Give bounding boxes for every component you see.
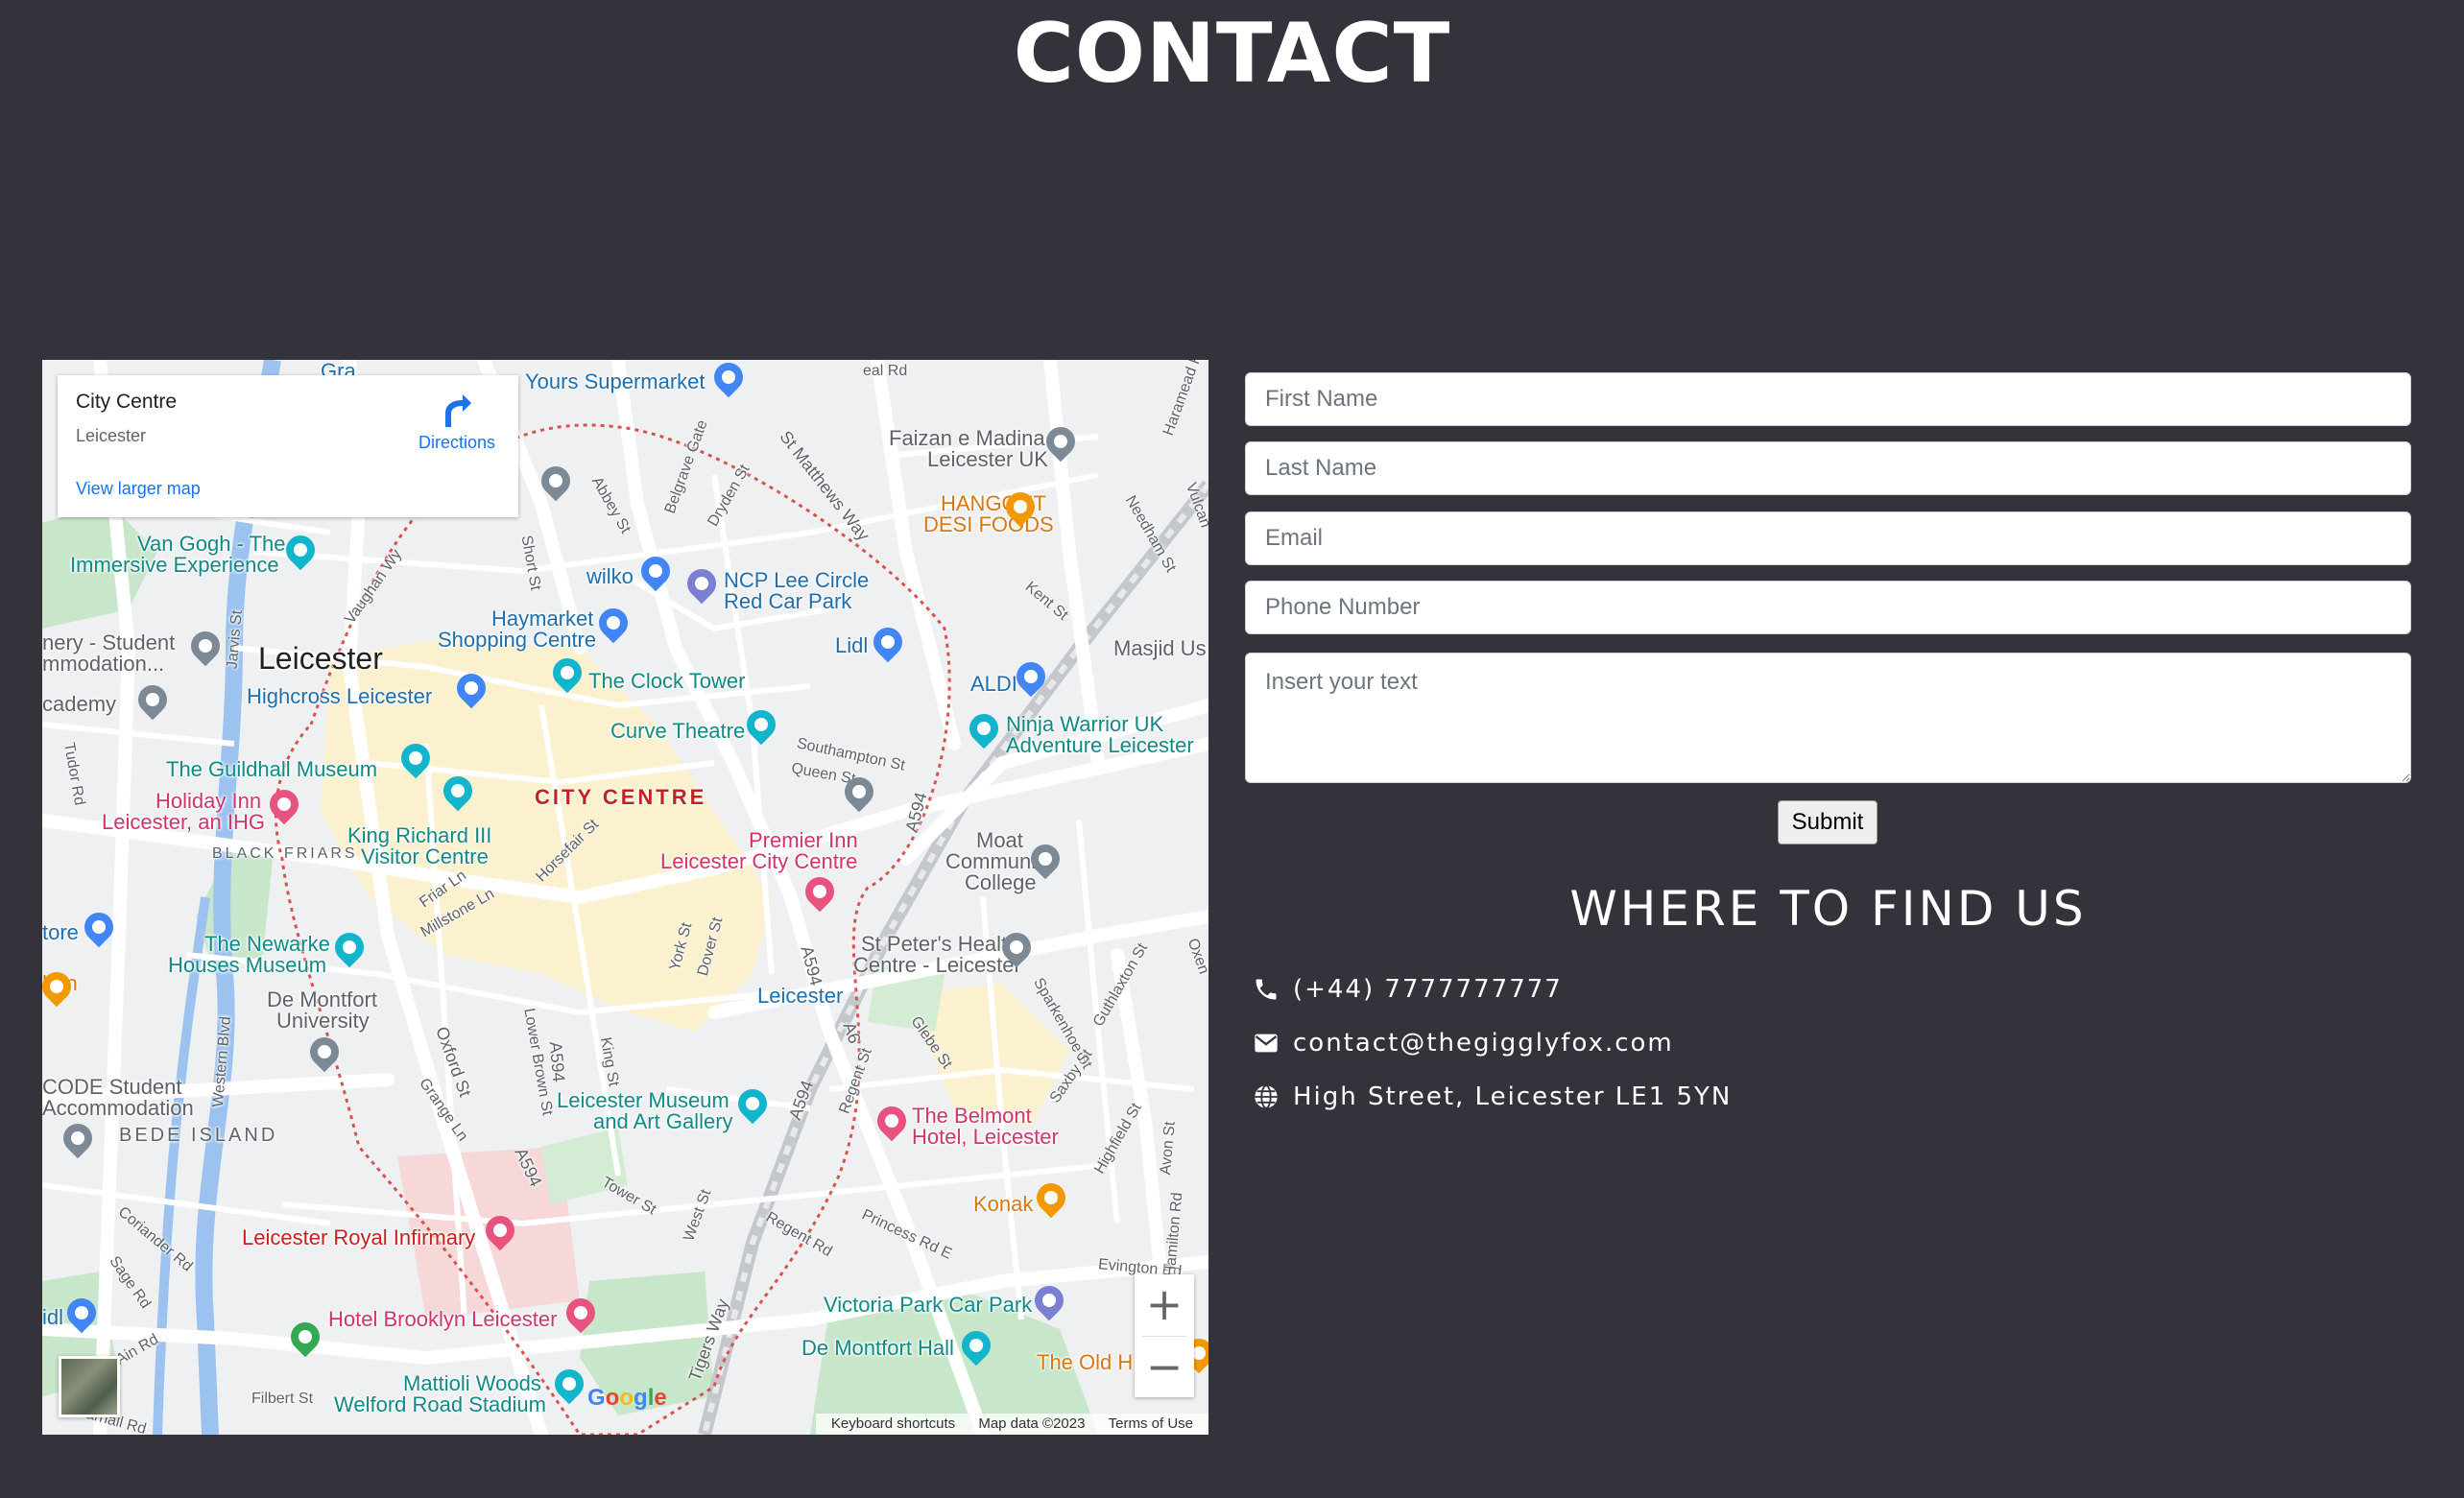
contact-address-row: High Street, Leicester LE1 5YN bbox=[1253, 1081, 1732, 1113]
contact-phone-row: (+44) 7777777777 bbox=[1253, 973, 1563, 1006]
map-label-city-centre: CITY CENTRE bbox=[535, 785, 707, 809]
globe-icon bbox=[1255, 1084, 1278, 1109]
map-label-ninja-2: Adventure Leicester bbox=[1006, 733, 1194, 757]
map-label-code-2: Accommodation bbox=[42, 1096, 194, 1120]
map-label-king-richard-1[interactable]: King Richard III bbox=[347, 824, 491, 846]
map-label-moat-1[interactable]: Moat bbox=[976, 829, 1023, 851]
map-label-mattioli-1[interactable]: Mattioli Woods bbox=[403, 1372, 541, 1394]
map-label-demontfort-1[interactable]: De Montfort bbox=[267, 988, 377, 1011]
info-card-locality: Leicester bbox=[76, 426, 147, 445]
street-filbert: Filbert St bbox=[251, 1391, 314, 1407]
map-label-belmont-2: Hotel, Leicester bbox=[912, 1125, 1059, 1149]
map-label-student-2: mmodation... bbox=[42, 652, 165, 676]
submit-button[interactable]: Submit bbox=[1778, 800, 1878, 844]
map-label-belmont-1[interactable]: The Belmont bbox=[912, 1105, 1032, 1127]
map-attribution: Keyboard shortcuts Map data ©2023 Terms … bbox=[815, 1414, 1208, 1435]
map-label-faizan-2: Leicester UK bbox=[927, 447, 1048, 471]
map-label-masjid[interactable]: Masjid Us bbox=[1113, 637, 1207, 659]
map-label-king-richard-2: Visitor Centre bbox=[361, 844, 489, 868]
map-label-faizan-1[interactable]: Faizan e Madina bbox=[889, 427, 1045, 449]
map-label-haymarket-1[interactable]: Haymarket bbox=[491, 607, 593, 630]
map-label-code-1[interactable]: CODE Student bbox=[42, 1076, 182, 1098]
directions-button[interactable]: Directions bbox=[409, 394, 505, 453]
map-label-idl[interactable]: idl bbox=[42, 1306, 63, 1328]
map-info-card: City Centre Leicester View larger map Di… bbox=[58, 375, 518, 517]
map-label-guildhall[interactable]: The Guildhall Museum bbox=[166, 758, 377, 780]
zoom-in-button[interactable]: + bbox=[1135, 1274, 1194, 1336]
find-us-title: WHERE TO FIND US bbox=[1569, 881, 2087, 937]
phone-icon bbox=[1256, 979, 1277, 1000]
map-label-wilko[interactable]: wilko bbox=[586, 565, 634, 587]
map-label-museum-1[interactable]: Leicester Museum bbox=[557, 1089, 730, 1111]
map-label-store[interactable]: tore bbox=[42, 921, 79, 943]
map-label-brooklyn[interactable]: Hotel Brooklyn Leicester bbox=[328, 1308, 557, 1330]
map-data-text: Map data ©2023 bbox=[978, 1415, 1086, 1432]
map-label-lidl[interactable]: Lidl bbox=[835, 634, 868, 656]
map-label-konak[interactable]: Konak bbox=[973, 1193, 1033, 1215]
map-label-ncp-2: Red Car Park bbox=[724, 589, 852, 613]
map-label-mattioli-2: Welford Road Stadium bbox=[334, 1392, 546, 1416]
map-label-premier-1[interactable]: Premier Inn bbox=[749, 829, 858, 851]
google-map[interactable]: Leicester CITY CENTRE BEDE ISLAND BLACK … bbox=[42, 360, 1208, 1435]
map-label-ninja-1[interactable]: Ninja Warrior UK bbox=[1006, 713, 1163, 735]
info-card-place: City Centre bbox=[76, 391, 178, 413]
page-title: CONTACT bbox=[1013, 6, 1451, 102]
message-textarea[interactable] bbox=[1245, 653, 2411, 783]
map-label-old-h[interactable]: The Old H bbox=[1037, 1351, 1133, 1373]
map-label-bede-island: BEDE ISLAND bbox=[119, 1125, 278, 1146]
map-label-holiday-1[interactable]: Holiday Inn bbox=[155, 790, 261, 812]
contact-email-row: contact@thegigglyfox.com bbox=[1253, 1027, 1674, 1059]
map-label-demontfort-hall[interactable]: De Montfort Hall bbox=[801, 1337, 954, 1359]
street-eal: eal Rd bbox=[863, 363, 908, 379]
satellite-layer-toggle[interactable] bbox=[59, 1356, 120, 1417]
map-label-holiday-2: Leicester, an IHG bbox=[102, 810, 265, 834]
first-name-field[interactable] bbox=[1245, 372, 2411, 426]
map-label-victoria-park[interactable]: Victoria Park Car Park bbox=[824, 1294, 1032, 1316]
zoom-controls: + − bbox=[1135, 1274, 1194, 1397]
email-field[interactable] bbox=[1245, 511, 2411, 565]
map-label-academy: cademy bbox=[42, 692, 117, 716]
contact-email[interactable]: contact@thegigglyfox.com bbox=[1293, 1029, 1674, 1058]
map-label-student-1[interactable]: nery - Student bbox=[42, 631, 175, 654]
map-label-ncp-1[interactable]: NCP Lee Circle bbox=[724, 569, 869, 591]
map-label-highcross[interactable]: Highcross Leicester bbox=[247, 685, 432, 707]
map-label-premier-2: Leicester City Centre bbox=[660, 849, 858, 873]
map-label-newarke-1[interactable]: The Newarke bbox=[204, 933, 330, 955]
envelope-icon bbox=[1255, 1034, 1278, 1053]
map-label-vangogh-2: Immersive Experience bbox=[70, 553, 279, 577]
view-larger-map-link[interactable]: View larger map bbox=[76, 479, 201, 499]
google-logo: Google bbox=[587, 1385, 667, 1411]
terms-of-use-link[interactable]: Terms of Use bbox=[1109, 1415, 1193, 1432]
map-label-curve-theatre[interactable]: Curve Theatre bbox=[610, 720, 745, 742]
contact-phone[interactable]: (+44) 7777777777 bbox=[1293, 975, 1563, 1004]
directions-icon bbox=[445, 394, 471, 427]
zoom-out-button[interactable]: − bbox=[1135, 1337, 1194, 1398]
phone-field[interactable] bbox=[1245, 581, 2411, 634]
map-label-museum-2: and Art Gallery bbox=[593, 1109, 733, 1133]
map-label-stpeters-2: Centre - Leicester bbox=[853, 953, 1021, 977]
contact-address: High Street, Leicester LE1 5YN bbox=[1293, 1082, 1733, 1111]
map-label-demontfort-2: University bbox=[276, 1009, 370, 1033]
map-label-vangogh-1[interactable]: Van Gogh - The bbox=[137, 533, 286, 555]
map-label-black-friars: BLACK FRIARS bbox=[212, 845, 358, 862]
map-label-aldi[interactable]: ALDI bbox=[970, 673, 1017, 695]
map-label-yours-supermarket[interactable]: Yours Supermarket bbox=[525, 370, 706, 392]
map-label-leicester-station[interactable]: Leicester bbox=[757, 985, 843, 1007]
keyboard-shortcuts-link[interactable]: Keyboard shortcuts bbox=[831, 1415, 955, 1432]
map-label-clock-tower[interactable]: The Clock Tower bbox=[588, 670, 745, 692]
map-label-moat-3: College bbox=[965, 870, 1037, 894]
map-label-stpeters-1[interactable]: St Peter's Health bbox=[861, 933, 1018, 955]
street-avon: Avon St bbox=[1157, 1120, 1179, 1177]
map-label-hangout-2: DESI FOODS bbox=[923, 512, 1054, 536]
map-label-infirmary[interactable]: Leicester Royal Infirmary bbox=[242, 1226, 475, 1248]
map-label-newarke-2: Houses Museum bbox=[168, 953, 327, 977]
map-label-haymarket-2: Shopping Centre bbox=[438, 628, 597, 652]
map-label-leicester: Leicester bbox=[258, 641, 383, 676]
directions-label: Directions bbox=[418, 433, 496, 452]
last-name-field[interactable] bbox=[1245, 441, 2411, 495]
